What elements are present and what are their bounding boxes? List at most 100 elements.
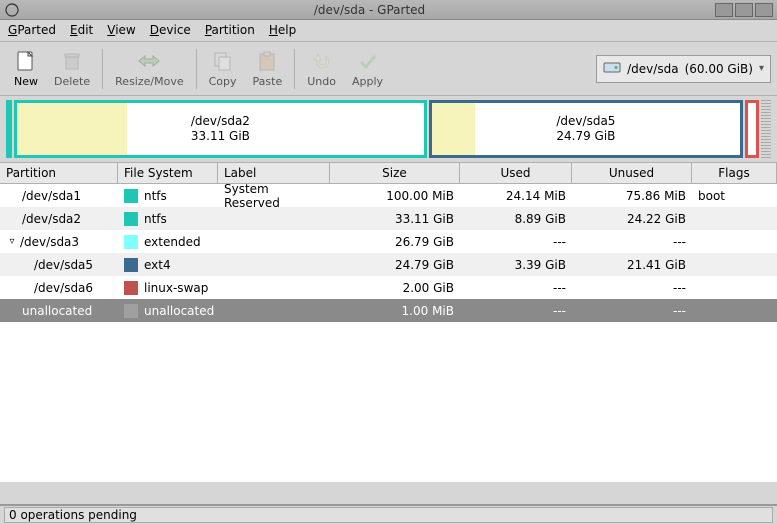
table-row[interactable]: unallocatedunallocated1.00 MiB------ xyxy=(0,299,777,322)
app-icon xyxy=(4,2,20,18)
unused-cell: --- xyxy=(572,235,692,249)
table-row[interactable]: /dev/sda5 ext4 24.79 GiB3.39 GiB21.41 GiB xyxy=(0,253,777,276)
partition-name: /dev/sda3 xyxy=(20,235,79,249)
fs-swatch xyxy=(124,258,138,272)
tree-expander-icon[interactable]: ▿ xyxy=(6,236,18,247)
new-button[interactable]: New xyxy=(6,47,46,90)
fs-swatch xyxy=(124,235,138,249)
fs-name: ntfs xyxy=(144,212,167,226)
undo-button[interactable]: Undo xyxy=(299,47,344,90)
fs-swatch xyxy=(124,189,138,203)
visual-label: /dev/sda2 33.11 GiB xyxy=(191,114,250,144)
used-cell: 8.89 GiB xyxy=(460,212,572,226)
delete-icon xyxy=(60,49,84,73)
size-cell: 33.11 GiB xyxy=(330,212,460,226)
fs-name: linux-swap xyxy=(144,281,208,295)
table-row[interactable]: /dev/sda1 ntfs System Reserved100.00 MiB24… xyxy=(0,184,777,207)
col-used[interactable]: Used xyxy=(460,163,572,183)
toolbar-separator xyxy=(102,49,103,89)
undo-icon xyxy=(310,49,334,73)
titlebar: /dev/sda - GParted xyxy=(0,0,777,20)
fs-swatch xyxy=(124,212,138,226)
table-row[interactable]: /dev/sda2 ntfs 33.11 GiB8.89 GiB24.22 GiB xyxy=(0,207,777,230)
used-cell: --- xyxy=(460,235,572,249)
delete-button[interactable]: Delete xyxy=(46,47,98,90)
col-unused[interactable]: Unused xyxy=(572,163,692,183)
partition-name: /dev/sda6 xyxy=(34,281,93,295)
visual-sda6[interactable] xyxy=(745,100,759,158)
paste-icon xyxy=(255,49,279,73)
copy-icon xyxy=(211,49,235,73)
status-text: 0 operations pending xyxy=(9,508,137,522)
fs-name: extended xyxy=(144,235,201,249)
fs-swatch xyxy=(124,281,138,295)
col-label[interactable]: Label xyxy=(218,163,330,183)
partition-name: /dev/sda1 xyxy=(22,189,81,203)
menu-edit[interactable]: Edit xyxy=(70,23,93,38)
device-size: (60.00 GiB) xyxy=(685,62,753,76)
fs-name: ntfs xyxy=(144,189,167,203)
disk-icon xyxy=(603,58,621,79)
size-cell: 26.79 GiB xyxy=(330,235,460,249)
toolbar: New Delete Resize/Move Copy Paste Undo A… xyxy=(0,42,777,96)
table-header: Partition File System Label Size Used Un… xyxy=(0,162,777,184)
col-partition[interactable]: Partition xyxy=(0,163,118,183)
label-cell: System Reserved xyxy=(218,184,330,210)
visual-label: /dev/sda5 24.79 GiB xyxy=(556,114,615,144)
device-selector[interactable]: /dev/sda (60.00 GiB) ▾ xyxy=(596,55,771,83)
used-cell: --- xyxy=(460,281,572,295)
partition-table: /dev/sda1ntfsSystem Reserved100.00 MiB24… xyxy=(0,184,777,482)
toolbar-separator xyxy=(294,49,295,89)
menu-help[interactable]: Help xyxy=(269,23,296,38)
partition-name: /dev/sda5 xyxy=(34,258,93,272)
fs-name: unallocated xyxy=(144,304,214,318)
col-size[interactable]: Size xyxy=(330,163,460,183)
chevron-down-icon: ▾ xyxy=(759,63,764,74)
new-icon xyxy=(14,49,38,73)
used-cell: 24.14 MiB xyxy=(460,189,572,203)
table-row[interactable]: ▿/dev/sda3extended26.79 GiB------ xyxy=(0,230,777,253)
used-cell: --- xyxy=(460,304,572,318)
minimize-button[interactable] xyxy=(715,3,733,17)
maximize-button[interactable] xyxy=(735,3,753,17)
unused-cell: 24.22 GiB xyxy=(572,212,692,226)
size-cell: 2.00 GiB xyxy=(330,281,460,295)
resize-icon xyxy=(137,49,161,73)
unused-cell: 21.41 GiB xyxy=(572,258,692,272)
toolbar-separator xyxy=(196,49,197,89)
flags-cell: boot xyxy=(692,189,777,203)
statusbar: 0 operations pending xyxy=(0,504,777,524)
visual-sda2[interactable]: /dev/sda2 33.11 GiB xyxy=(14,100,427,158)
col-flags[interactable]: Flags xyxy=(692,163,777,183)
size-cell: 1.00 MiB xyxy=(330,304,460,318)
unused-cell: 75.86 MiB xyxy=(572,189,692,203)
copy-button[interactable]: Copy xyxy=(201,47,245,90)
menu-device[interactable]: Device xyxy=(150,23,191,38)
fs-name: ext4 xyxy=(144,258,171,272)
size-cell: 100.00 MiB xyxy=(330,189,460,203)
close-button[interactable] xyxy=(755,3,773,17)
table-row[interactable]: /dev/sda6linux-swap2.00 GiB------ xyxy=(0,276,777,299)
resize-button[interactable]: Resize/Move xyxy=(107,47,191,90)
menu-view[interactable]: View xyxy=(107,23,135,38)
visual-handle[interactable] xyxy=(761,100,771,158)
menubar: GParted Edit View Device Partition Help xyxy=(0,20,777,42)
menu-gparted[interactable]: GParted xyxy=(8,23,56,38)
unused-cell: --- xyxy=(572,281,692,295)
menu-partition[interactable]: Partition xyxy=(205,23,255,38)
size-cell: 24.79 GiB xyxy=(330,258,460,272)
fs-swatch xyxy=(124,304,138,318)
apply-button[interactable]: Apply xyxy=(344,47,391,90)
paste-button[interactable]: Paste xyxy=(245,47,291,90)
unused-cell: --- xyxy=(572,304,692,318)
window-title: /dev/sda - GParted xyxy=(24,3,715,17)
visual-sda5[interactable]: /dev/sda5 24.79 GiB xyxy=(429,100,743,158)
visual-sda1[interactable] xyxy=(6,100,12,158)
partition-name: unallocated xyxy=(22,304,92,318)
used-cell: 3.39 GiB xyxy=(460,258,572,272)
partition-name: /dev/sda2 xyxy=(22,212,81,226)
col-filesystem[interactable]: File System xyxy=(118,163,218,183)
apply-icon xyxy=(356,49,380,73)
device-name: /dev/sda xyxy=(627,62,678,76)
partition-visual: /dev/sda2 33.11 GiB /dev/sda5 24.79 GiB xyxy=(0,96,777,162)
